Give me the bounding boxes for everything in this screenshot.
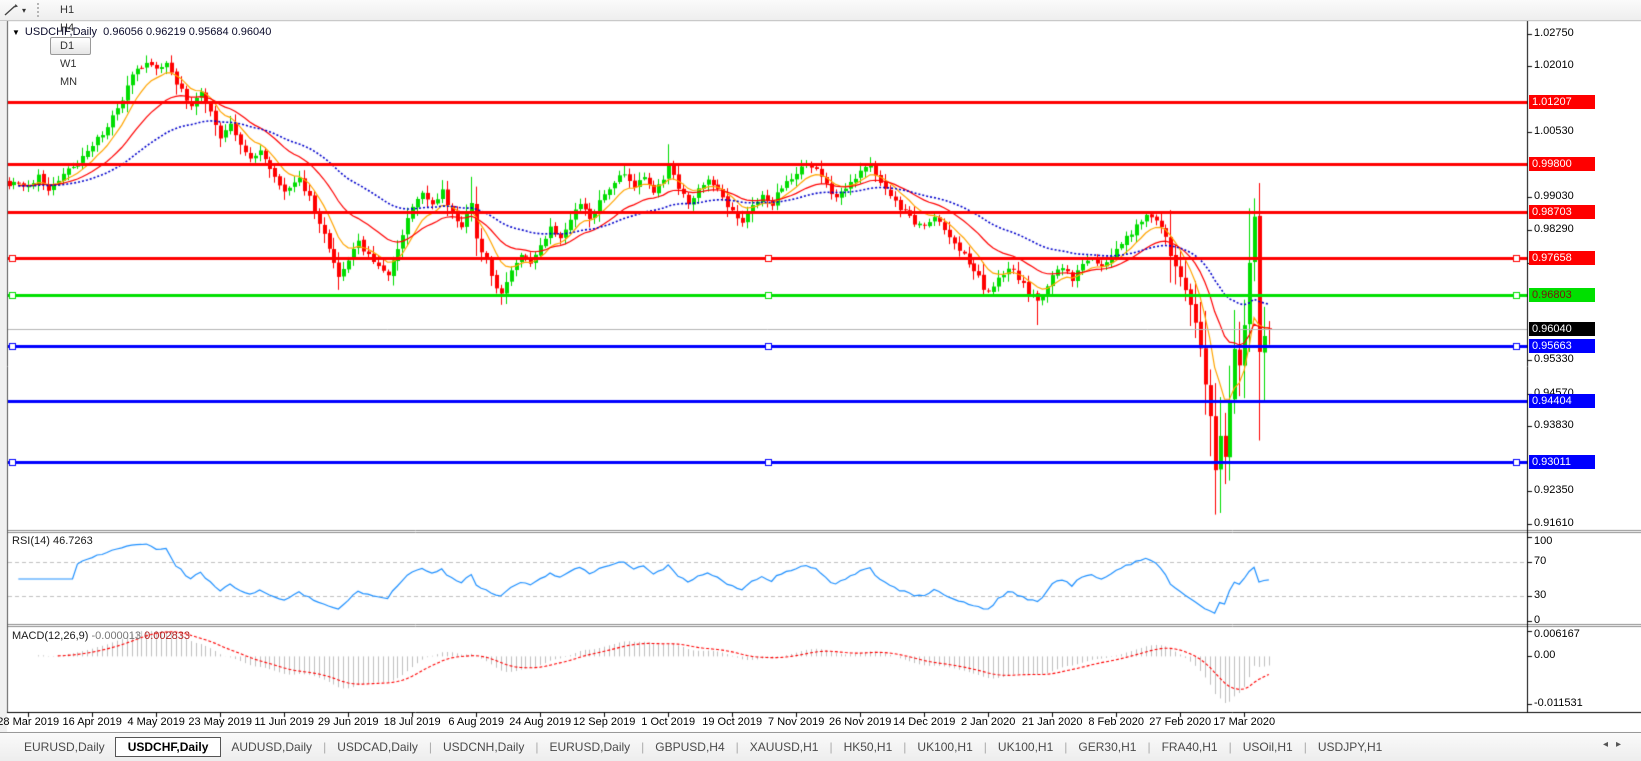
rsi-tick-label: 100 — [1534, 535, 1552, 547]
tab-separator: | — [641, 740, 644, 754]
macd-main-value: -0.000013 — [91, 630, 141, 642]
hline-price-label: 0.96803 — [1529, 288, 1595, 302]
date-tick-label: 4 May 2019 — [127, 716, 184, 728]
date-tick-label: 1 Oct 2019 — [641, 716, 695, 728]
hline-price-label: 0.98703 — [1529, 205, 1595, 219]
hline-price-label: 0.97658 — [1529, 251, 1595, 265]
timeframe-button-w1[interactable]: W1 — [50, 55, 91, 73]
date-tick-label: 19 Oct 2019 — [702, 716, 762, 728]
tab-separator: | — [535, 740, 538, 754]
date-tick-label: 17 Mar 2020 — [1213, 716, 1275, 728]
current-price-label: 0.96040 — [1529, 322, 1595, 336]
tab-separator: | — [903, 740, 906, 754]
rsi-tick-label: 30 — [1534, 589, 1546, 601]
tab-gbpusd-h4[interactable]: GBPUSD,H4 — [645, 737, 734, 757]
price-tick-label: 0.92350 — [1534, 484, 1574, 496]
hline-price-label: 0.95663 — [1529, 339, 1595, 353]
date-tick-label: 16 Apr 2019 — [63, 716, 122, 728]
price-tick-label: 1.02750 — [1534, 27, 1574, 39]
chart-canvas[interactable] — [0, 0, 1641, 761]
line-draw-tool-icon — [3, 3, 19, 17]
hline-price-label: 1.01207 — [1529, 95, 1595, 109]
tab-eurusd-daily[interactable]: EURUSD,Daily — [14, 737, 115, 757]
tab-scroll-left-icon[interactable]: ◂ — [1603, 739, 1616, 750]
tab-separator: | — [736, 740, 739, 754]
rsi-value: 46.7263 — [53, 535, 93, 547]
tab-usdchf-daily[interactable]: USDCHF,Daily — [115, 737, 222, 757]
date-tick-label: 18 Jul 2019 — [384, 716, 441, 728]
tab-separator: | — [1229, 740, 1232, 754]
price-tick-label: 0.95330 — [1534, 353, 1574, 365]
date-tick-label: 21 Jan 2020 — [1022, 716, 1083, 728]
top-toolbar: ▾ M1M5M15M30H1H4D1W1MN — [0, 0, 1641, 21]
toolbar-grip-handle[interactable] — [37, 3, 43, 17]
tab-usdcad-daily[interactable]: USDCAD,Daily — [327, 737, 428, 757]
tab-hk50-h1[interactable]: HK50,H1 — [834, 737, 903, 757]
rsi-tick-label: 70 — [1534, 555, 1546, 567]
tab-xauusd-h1[interactable]: XAUUSD,H1 — [740, 737, 829, 757]
tab-separator: | — [429, 740, 432, 754]
macd-tick-label: -0.011531 — [1534, 697, 1583, 709]
date-tick-label: 29 Jun 2019 — [318, 716, 379, 728]
price-tick-label: 0.91610 — [1534, 517, 1574, 529]
macd-name: MACD(12,26,9) — [12, 630, 88, 642]
tab-separator: | — [984, 740, 987, 754]
tab-separator: | — [1304, 740, 1307, 754]
price-tick-label: 1.02010 — [1534, 59, 1574, 71]
dropdown-caret-icon[interactable]: ▾ — [22, 6, 26, 15]
date-tick-label: 8 Feb 2020 — [1088, 716, 1144, 728]
tab-separator: | — [1147, 740, 1150, 754]
line-draw-tool-button[interactable]: ▾ — [0, 3, 29, 17]
tab-separator: | — [323, 740, 326, 754]
chart-tab-bar: EURUSD,DailyUSDCHF,DailyAUDUSD,Daily|USD… — [0, 732, 1641, 761]
tab-ger30-h1[interactable]: GER30,H1 — [1068, 737, 1146, 757]
tab-usdcnh-daily[interactable]: USDCNH,Daily — [433, 737, 534, 757]
chart-ohlc-values: 0.96056 0.96219 0.95684 0.96040 — [103, 26, 271, 38]
date-tick-label: 7 Nov 2019 — [768, 716, 824, 728]
tab-usoil-h1[interactable]: USOil,H1 — [1233, 737, 1303, 757]
date-tick-label: 6 Aug 2019 — [448, 716, 504, 728]
date-tick-label: 2 Jan 2020 — [961, 716, 1015, 728]
tab-separator: | — [829, 740, 832, 754]
tab-audusd-daily[interactable]: AUDUSD,Daily — [221, 737, 322, 757]
tab-separator: | — [1064, 740, 1067, 754]
date-tick-label: 23 May 2019 — [188, 716, 252, 728]
timeframe-button-d1[interactable]: D1 — [50, 37, 91, 55]
price-tick-label: 1.00530 — [1534, 125, 1574, 137]
timeframe-buttons: M1M5M15M30H1H4D1W1MN — [49, 0, 92, 91]
rsi-panel-label: RSI(14) 46.7263 — [12, 535, 93, 547]
date-tick-label: 26 Nov 2019 — [829, 716, 891, 728]
chart-menu-icon[interactable]: ▼ — [12, 28, 20, 37]
tab-scroll-arrows: ◂▸ — [1603, 739, 1629, 750]
tab-eurusd-daily[interactable]: EURUSD,Daily — [539, 737, 640, 757]
tab-uk100-h1[interactable]: UK100,H1 — [907, 737, 982, 757]
timeframe-button-mn[interactable]: MN — [50, 73, 91, 91]
hline-price-label: 0.94404 — [1529, 394, 1595, 408]
timeframe-button-h1[interactable]: H1 — [50, 1, 91, 19]
rsi-tick-label: 0 — [1534, 614, 1540, 626]
hline-price-label: 0.93011 — [1529, 455, 1595, 469]
macd-signal-value: 0.002833 — [144, 630, 190, 642]
date-tick-label: 27 Feb 2020 — [1149, 716, 1211, 728]
macd-tick-label: 0.00 — [1534, 649, 1555, 661]
tab-usdjpy-h1[interactable]: USDJPY,H1 — [1308, 737, 1392, 757]
tab-uk100-h1[interactable]: UK100,H1 — [988, 737, 1063, 757]
hline-price-label: 0.99800 — [1529, 157, 1595, 171]
price-tick-label: 0.99030 — [1534, 190, 1574, 202]
date-tick-label: 24 Aug 2019 — [509, 716, 571, 728]
rsi-name: RSI(14) — [12, 535, 50, 547]
tab-scroll-right-icon[interactable]: ▸ — [1616, 739, 1629, 750]
date-tick-label: 14 Dec 2019 — [893, 716, 955, 728]
price-tick-label: 0.93830 — [1534, 419, 1574, 431]
tab-fra40-h1[interactable]: FRA40,H1 — [1152, 737, 1228, 757]
price-tick-label: 0.98290 — [1534, 223, 1574, 235]
macd-panel-label: MACD(12,26,9) -0.000013 0.002833 — [12, 630, 190, 642]
date-tick-label: 11 Jun 2019 — [254, 716, 314, 728]
timeframe-button-h4[interactable]: H4 — [50, 19, 91, 37]
date-tick-label: 12 Sep 2019 — [573, 716, 635, 728]
date-tick-label: 28 Mar 2019 — [0, 716, 59, 728]
macd-tick-label: 0.006167 — [1534, 628, 1580, 640]
